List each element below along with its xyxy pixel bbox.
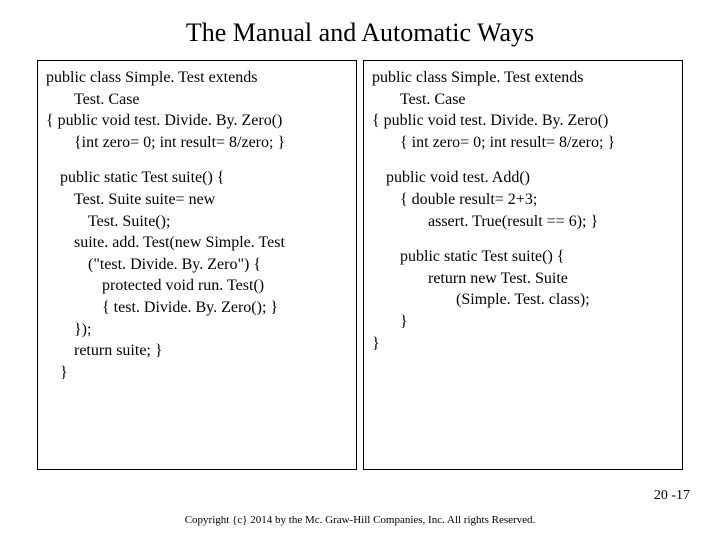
code-line: suite. add. Test(new Simple. Test — [46, 232, 348, 254]
left-block-1: public class Simple. Test extends Test. … — [46, 67, 348, 153]
right-block-1: public class Simple. Test extends Test. … — [372, 67, 674, 153]
code-line: public static Test suite() { — [46, 167, 348, 189]
copyright-text: Copyright {c} 2014 by the Mc. Graw-Hill … — [0, 514, 720, 526]
code-line: { test. Divide. By. Zero(); } — [46, 297, 348, 319]
content-columns: public class Simple. Test extends Test. … — [0, 60, 720, 470]
code-line: Test. Case — [372, 89, 674, 111]
slide-number: 20 -17 — [654, 488, 690, 504]
code-line: public class Simple. Test extends — [372, 67, 674, 89]
left-column: public class Simple. Test extends Test. … — [37, 60, 357, 470]
code-line: assert. True(result == 6); } — [372, 211, 674, 233]
code-line: public class Simple. Test extends — [46, 67, 348, 89]
code-line: public void test. Add() — [372, 167, 674, 189]
code-line: { double result= 2+3; — [372, 189, 674, 211]
code-line: public static Test suite() { — [372, 246, 674, 268]
code-line: protected void run. Test() — [46, 275, 348, 297]
code-line: }); — [46, 319, 348, 341]
code-line: Test. Suite suite= new — [46, 189, 348, 211]
code-line: (Simple. Test. class); — [372, 289, 674, 311]
left-block-2: public static Test suite() { Test. Suite… — [46, 167, 348, 383]
code-line: } — [46, 362, 348, 384]
code-line: { public void test. Divide. By. Zero() — [372, 110, 674, 132]
code-line: Test. Suite(); — [46, 211, 348, 233]
page-title: The Manual and Automatic Ways — [0, 0, 720, 60]
code-line: { int zero= 0; int result= 8/zero; } — [372, 132, 674, 154]
code-line: return suite; } — [46, 340, 348, 362]
code-line: return new Test. Suite — [372, 268, 674, 290]
code-line: ("test. Divide. By. Zero") { — [46, 254, 348, 276]
code-line: { public void test. Divide. By. Zero() — [46, 110, 348, 132]
right-block-3: public static Test suite() { return new … — [372, 246, 674, 354]
right-column: public class Simple. Test extends Test. … — [363, 60, 683, 470]
right-block-2: public void test. Add() { double result=… — [372, 167, 674, 232]
code-line: } — [372, 333, 674, 355]
code-line: {int zero= 0; int result= 8/zero; } — [46, 132, 348, 154]
code-line: Test. Case — [46, 89, 348, 111]
code-line: } — [372, 311, 674, 333]
